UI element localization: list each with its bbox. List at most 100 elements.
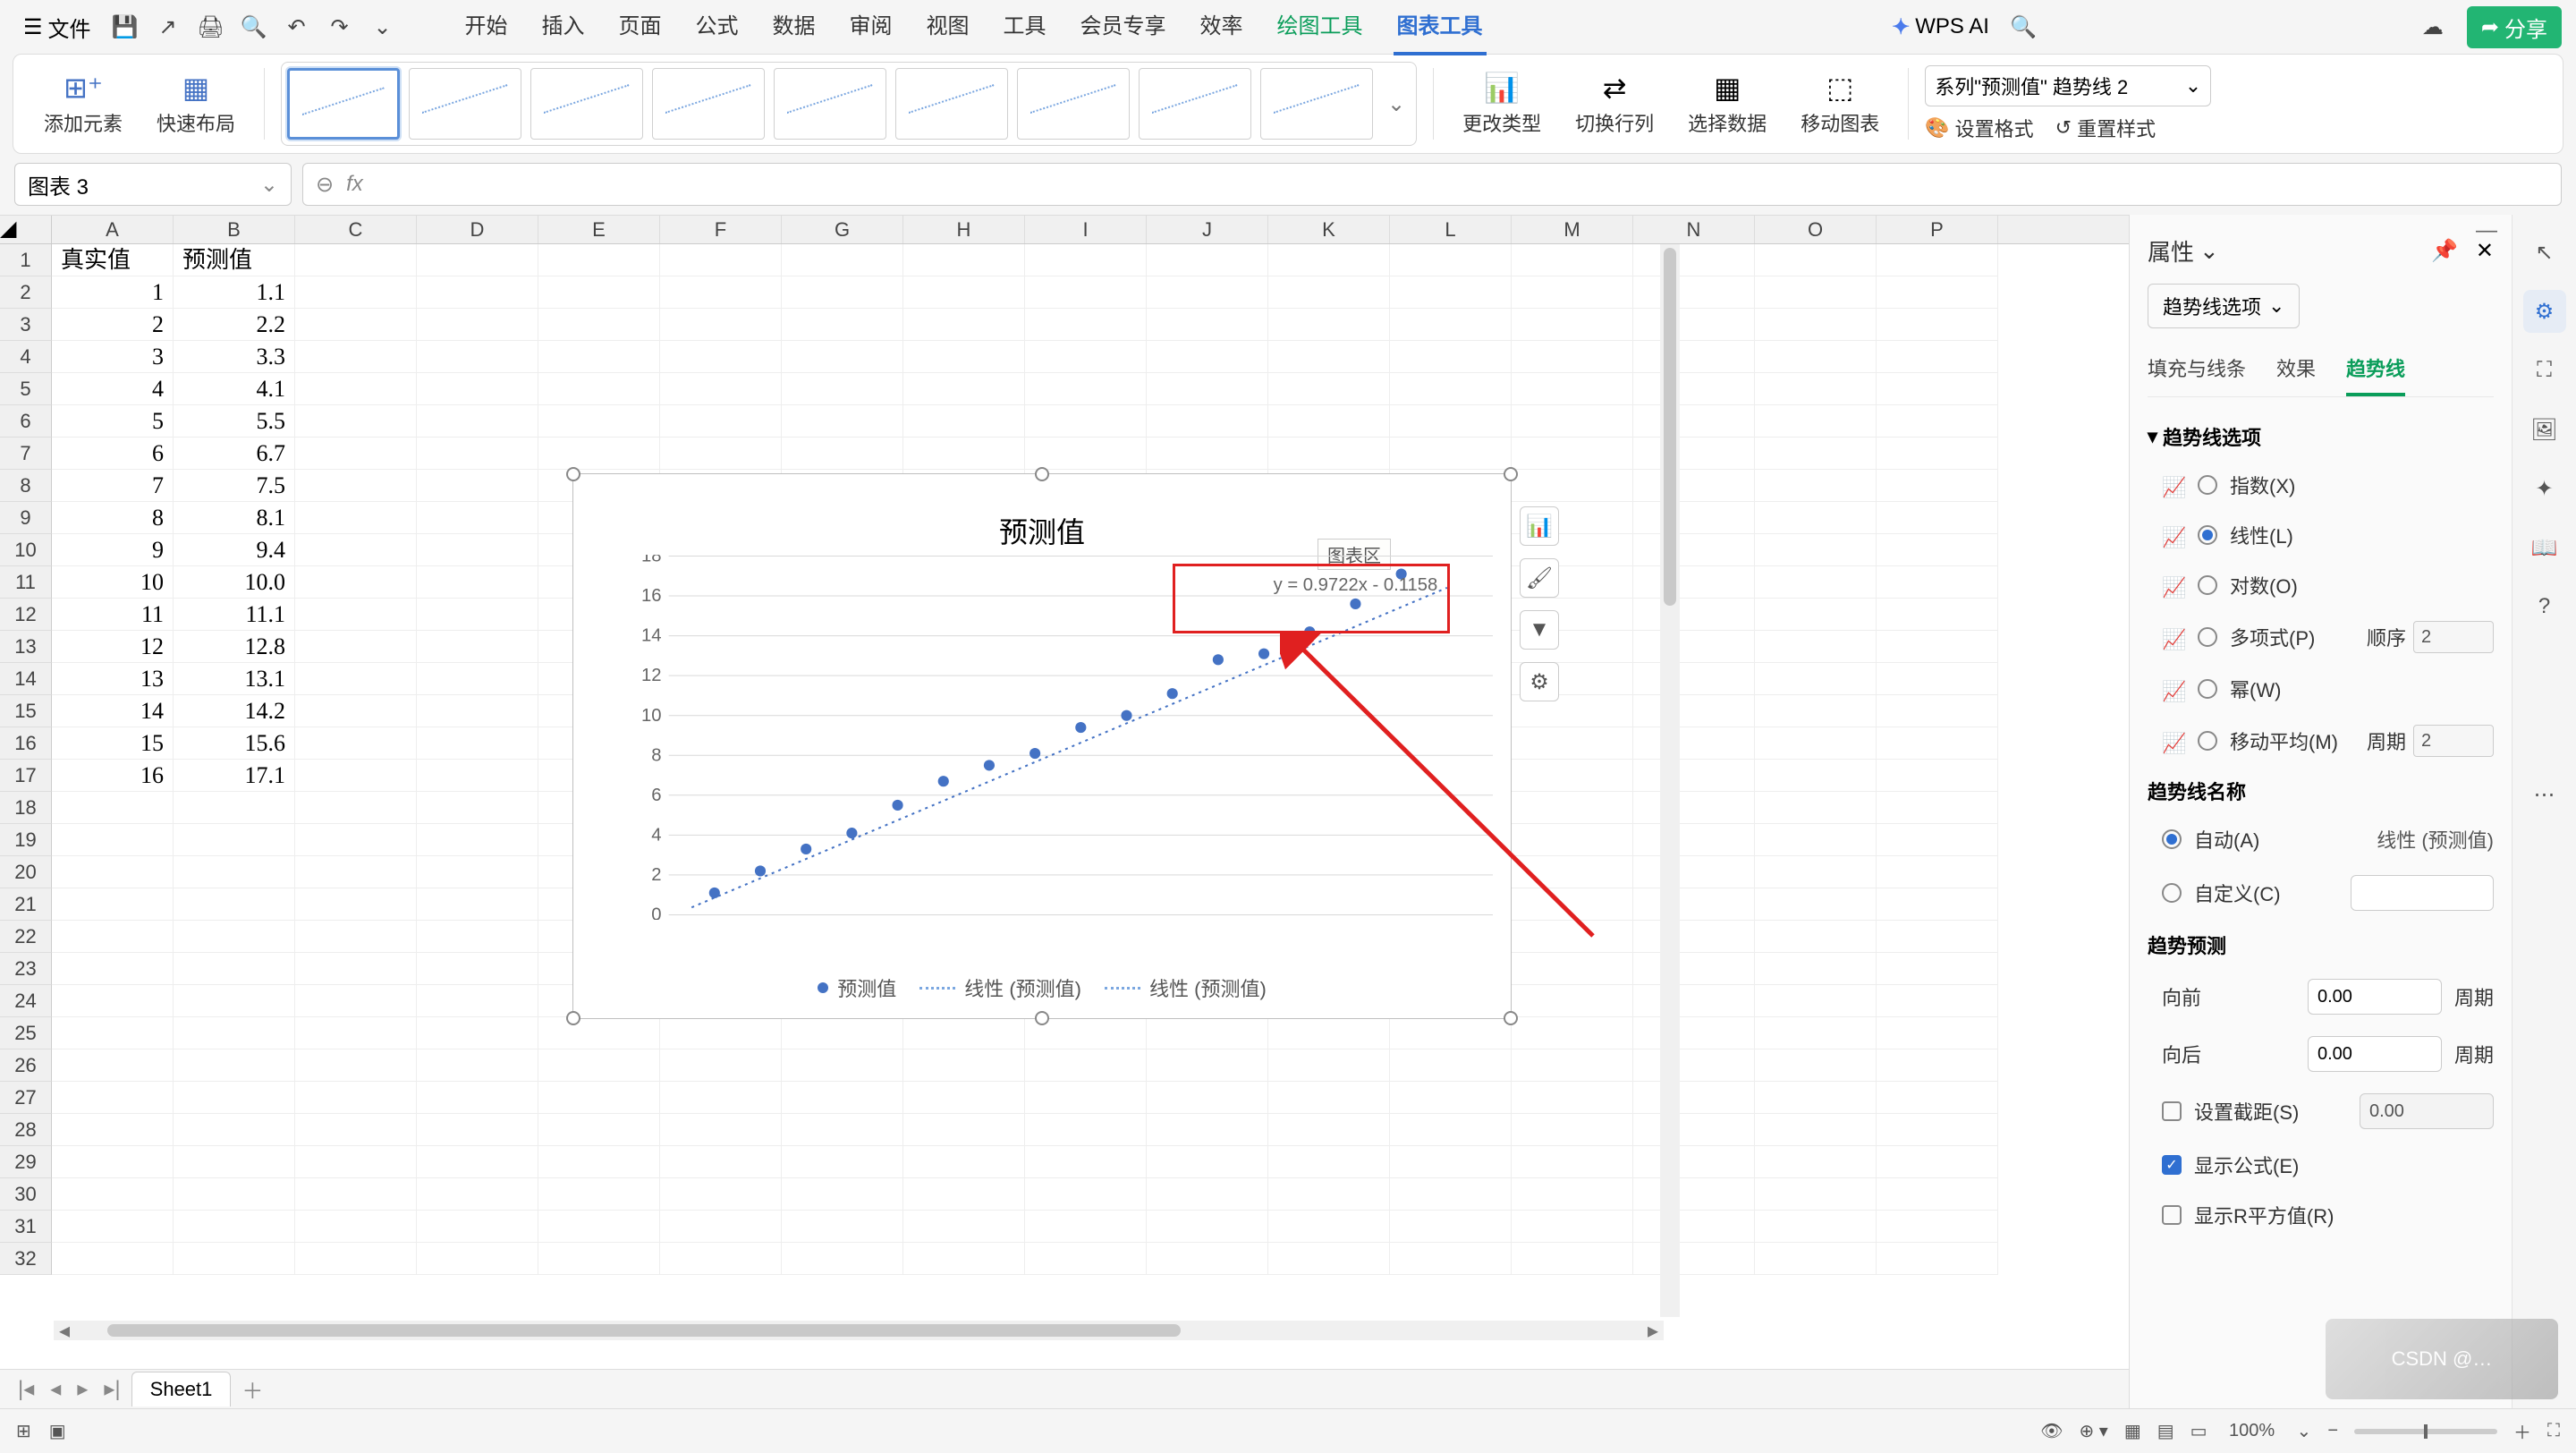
cell[interactable] bbox=[1268, 405, 1390, 438]
cell[interactable] bbox=[417, 438, 538, 470]
tab-member[interactable]: 会员专享 bbox=[1077, 0, 1170, 55]
cell[interactable] bbox=[660, 438, 782, 470]
cell[interactable]: 7.5 bbox=[174, 470, 295, 502]
row-header[interactable]: 27 bbox=[0, 1082, 52, 1114]
cell[interactable] bbox=[1147, 1178, 1268, 1211]
row-header[interactable]: 18 bbox=[0, 792, 52, 824]
row-header[interactable]: 13 bbox=[0, 631, 52, 663]
set-intercept-row[interactable]: 设置截距(S) bbox=[2148, 1083, 2494, 1140]
cell[interactable] bbox=[1877, 438, 1998, 470]
cell[interactable] bbox=[903, 341, 1025, 373]
cell[interactable] bbox=[295, 373, 417, 405]
props-tab-effects[interactable]: 效果 bbox=[2276, 346, 2316, 396]
gallery-tool-icon[interactable]: 🖼 bbox=[2523, 408, 2566, 451]
row-header[interactable]: 21 bbox=[0, 888, 52, 921]
cell[interactable] bbox=[1633, 470, 1755, 502]
cell[interactable] bbox=[1633, 341, 1755, 373]
cell[interactable] bbox=[417, 888, 538, 921]
cell[interactable] bbox=[1390, 1049, 1512, 1082]
column-header[interactable]: I bbox=[1025, 216, 1147, 243]
cell[interactable] bbox=[1633, 438, 1755, 470]
cell[interactable] bbox=[1268, 1114, 1390, 1146]
horizontal-scrollbar[interactable]: ◂▸ bbox=[54, 1321, 1664, 1340]
zoom-slider[interactable] bbox=[2354, 1429, 2497, 1434]
chart-style-2[interactable] bbox=[409, 68, 521, 140]
cell[interactable] bbox=[903, 438, 1025, 470]
cell[interactable] bbox=[1877, 341, 1998, 373]
name-box[interactable]: 图表 3 ⌄ bbox=[14, 163, 292, 206]
cell[interactable] bbox=[1755, 856, 1877, 888]
cell[interactable] bbox=[1877, 502, 1998, 534]
view-eye-icon[interactable]: 👁 bbox=[2040, 1420, 2063, 1442]
props-tab-fill[interactable]: 填充与线条 bbox=[2148, 346, 2246, 396]
chart-style-4[interactable] bbox=[652, 68, 765, 140]
cell[interactable] bbox=[1755, 276, 1877, 309]
cell[interactable] bbox=[1390, 438, 1512, 470]
row-header[interactable]: 31 bbox=[0, 1211, 52, 1243]
cell[interactable] bbox=[295, 438, 417, 470]
cell[interactable] bbox=[174, 856, 295, 888]
cell[interactable] bbox=[52, 1017, 174, 1049]
cell[interactable] bbox=[538, 373, 660, 405]
row-header[interactable]: 8 bbox=[0, 470, 52, 502]
change-type-button[interactable]: 📊 更改类型 bbox=[1450, 71, 1554, 137]
redo-icon[interactable]: ↷ bbox=[322, 9, 358, 45]
cell[interactable] bbox=[1512, 985, 1633, 1017]
cell[interactable]: 5 bbox=[52, 405, 174, 438]
cell[interactable] bbox=[660, 276, 782, 309]
cell[interactable] bbox=[903, 405, 1025, 438]
cell[interactable] bbox=[1025, 309, 1147, 341]
cell[interactable] bbox=[903, 1049, 1025, 1082]
cell[interactable] bbox=[1755, 1243, 1877, 1275]
cell[interactable] bbox=[1512, 309, 1633, 341]
cell[interactable] bbox=[295, 727, 417, 760]
cell[interactable] bbox=[1633, 1017, 1755, 1049]
cell[interactable] bbox=[1025, 1211, 1147, 1243]
cell[interactable] bbox=[417, 985, 538, 1017]
cell[interactable] bbox=[1268, 1049, 1390, 1082]
cell[interactable] bbox=[660, 1114, 782, 1146]
row-header[interactable]: 6 bbox=[0, 405, 52, 438]
cell[interactable] bbox=[1755, 1049, 1877, 1082]
cell[interactable] bbox=[1633, 309, 1755, 341]
status-pane-icon[interactable]: ▣ bbox=[49, 1420, 66, 1442]
cell[interactable] bbox=[1390, 1178, 1512, 1211]
cell[interactable] bbox=[52, 824, 174, 856]
cell[interactable]: 13 bbox=[52, 663, 174, 695]
row-header[interactable]: 3 bbox=[0, 309, 52, 341]
column-header[interactable]: A bbox=[52, 216, 174, 243]
cell[interactable] bbox=[1877, 309, 1998, 341]
cell[interactable] bbox=[1877, 888, 1998, 921]
zoom-out-icon[interactable]: ⊖ bbox=[316, 172, 334, 198]
search-icon[interactable]: 🔍 bbox=[2005, 9, 2041, 45]
chart-settings-icon[interactable]: ⚙ bbox=[1520, 662, 1559, 701]
select-data-button[interactable]: ▦ 选择数据 bbox=[1675, 71, 1779, 137]
cell[interactable] bbox=[417, 405, 538, 438]
cell[interactable] bbox=[1755, 1114, 1877, 1146]
cell[interactable] bbox=[1633, 921, 1755, 953]
cell[interactable] bbox=[417, 566, 538, 599]
cell[interactable] bbox=[295, 921, 417, 953]
cell[interactable] bbox=[1877, 1243, 1998, 1275]
cell[interactable] bbox=[52, 1082, 174, 1114]
cell[interactable] bbox=[782, 1114, 903, 1146]
cell[interactable] bbox=[295, 309, 417, 341]
chart-filter-icon[interactable]: ▼ bbox=[1520, 610, 1559, 650]
cell[interactable] bbox=[1755, 888, 1877, 921]
cell[interactable] bbox=[1633, 534, 1755, 566]
cell[interactable] bbox=[1755, 405, 1877, 438]
cell[interactable] bbox=[1755, 373, 1877, 405]
cell[interactable]: 12 bbox=[52, 631, 174, 663]
cell[interactable] bbox=[52, 792, 174, 824]
cell[interactable] bbox=[1877, 856, 1998, 888]
cell[interactable] bbox=[1633, 566, 1755, 599]
cell[interactable] bbox=[1633, 663, 1755, 695]
book-tool-icon[interactable]: 📖 bbox=[2523, 526, 2566, 569]
pin-icon[interactable]: 📌 bbox=[2431, 238, 2458, 264]
cell[interactable] bbox=[1147, 309, 1268, 341]
cell[interactable] bbox=[1633, 856, 1755, 888]
cell[interactable] bbox=[538, 405, 660, 438]
cell[interactable] bbox=[417, 1049, 538, 1082]
cell[interactable] bbox=[1755, 727, 1877, 760]
cell[interactable] bbox=[174, 1146, 295, 1178]
